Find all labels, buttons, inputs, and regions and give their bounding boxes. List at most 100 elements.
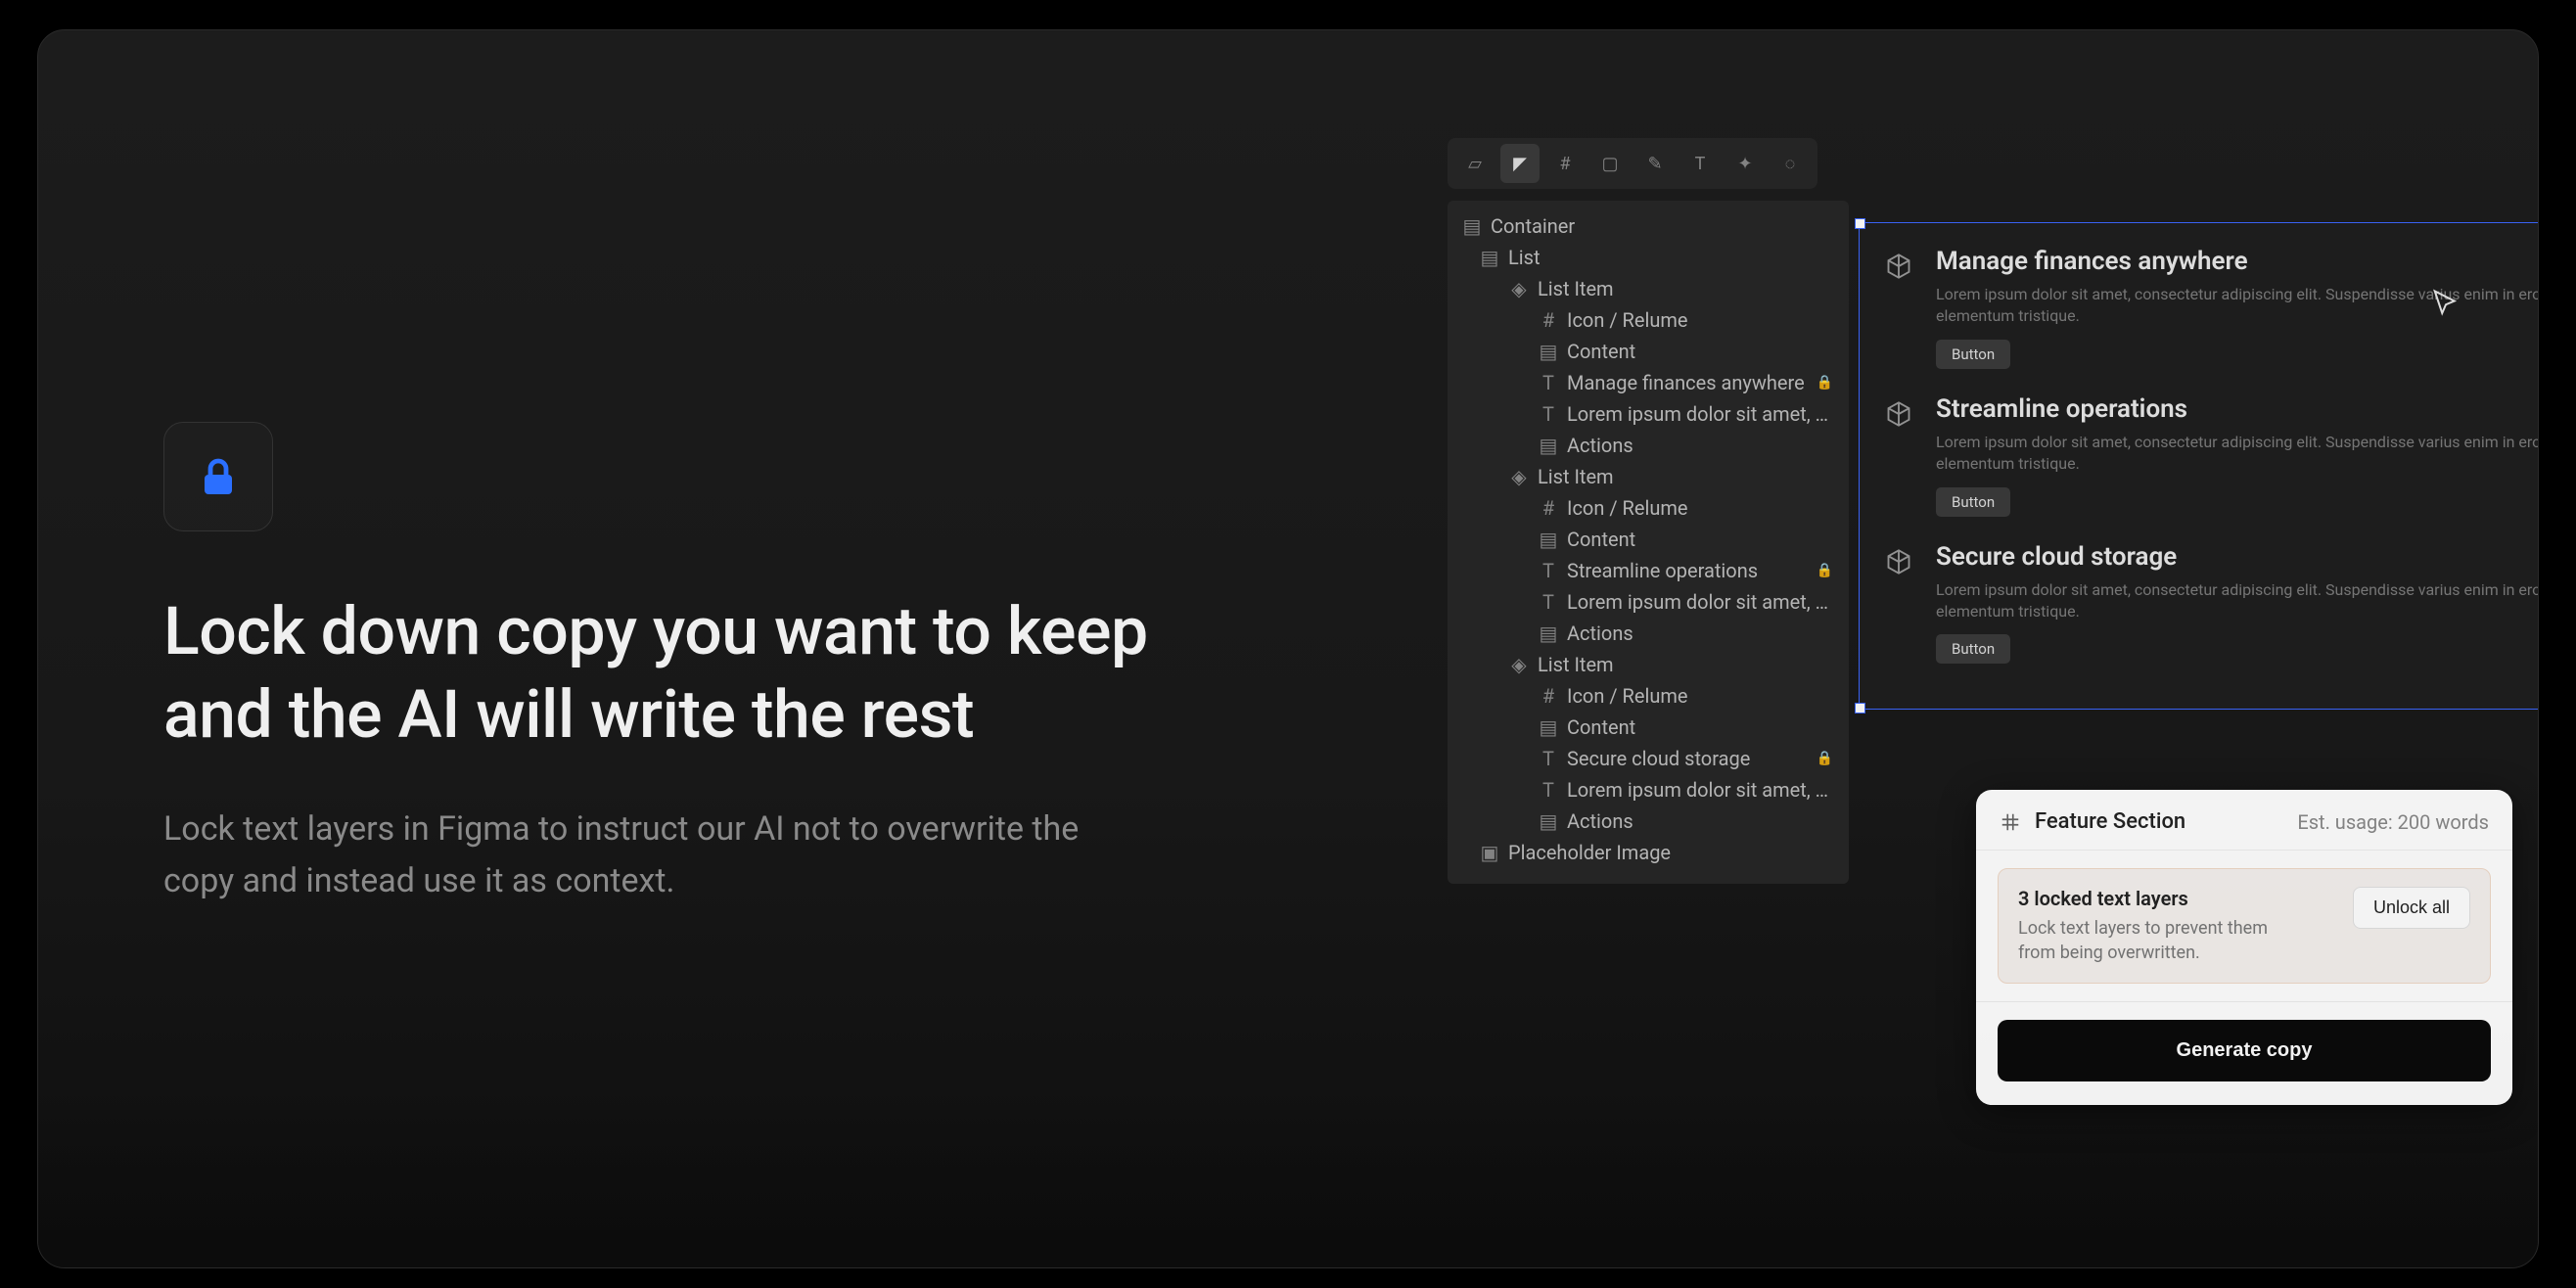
layer-label: Content: [1567, 528, 1635, 551]
layer-label: Icon / Relume: [1567, 684, 1688, 708]
layer-label: Icon / Relume: [1567, 308, 1688, 332]
layer-item[interactable]: T Lorem ipsum dolor sit amet, conse…: [1448, 586, 1849, 618]
comment-tool-icon[interactable]: ◌: [1771, 144, 1810, 183]
cube-icon: [1879, 542, 1918, 581]
shape-tool-icon[interactable]: ▢: [1590, 144, 1630, 183]
layer-item[interactable]: T Lorem ipsum dolor sit amet, conse…: [1448, 398, 1849, 430]
component-icon: ◈: [1510, 656, 1528, 673]
layer-item[interactable]: # Icon / Relume: [1448, 304, 1849, 336]
layer-item[interactable]: ▤ Actions: [1448, 805, 1849, 837]
layer-label: Actions: [1567, 621, 1633, 645]
frame-icon: ▤: [1540, 624, 1557, 642]
layer-item[interactable]: ▤ Actions: [1448, 618, 1849, 649]
frame-icon: ▤: [1540, 343, 1557, 360]
layer-item[interactable]: ◈ List Item: [1448, 273, 1849, 304]
image-icon: ▣: [1481, 844, 1498, 861]
lock-icon: 🔒: [1817, 375, 1833, 391]
usage-estimate: Est. usage: 200 words: [2297, 810, 2489, 834]
feature-title: Streamline operations: [1936, 394, 2539, 424]
hero-copy: Lock down copy you want to keep and the …: [163, 422, 1318, 906]
text-icon: T: [1540, 405, 1557, 423]
popup-title: Feature Section: [2035, 809, 2185, 834]
hero-headline: Lock down copy you want to keep and the …: [163, 590, 1260, 757]
layer-item[interactable]: TManage finances anywhere🔒: [1448, 367, 1849, 398]
cube-icon: [1879, 394, 1918, 434]
generate-copy-button[interactable]: Generate copy: [1998, 1020, 2491, 1081]
frame-hash-icon: #: [1540, 687, 1557, 705]
layer-item[interactable]: ▤ Content: [1448, 524, 1849, 555]
layers-panel: ▤ Container ▤ List ◈ List Item # Icon / Relum…: [1448, 201, 1849, 884]
frame-icon: ▤: [1540, 718, 1557, 736]
layer-label: List Item: [1538, 653, 1614, 676]
layer-item[interactable]: TStreamline operations🔒: [1448, 555, 1849, 586]
unlock-all-button[interactable]: Unlock all: [2353, 887, 2470, 929]
layer-label: Content: [1567, 340, 1635, 363]
text-icon: T: [1540, 593, 1557, 611]
locked-desc: Lock text layers to prevent them from be…: [2018, 916, 2282, 965]
text-icon: T: [1540, 750, 1557, 767]
layer-item[interactable]: ◈ List Item: [1448, 649, 1849, 680]
feature-title: Secure cloud storage: [1936, 542, 2539, 572]
pen-tool-icon[interactable]: ✎: [1635, 144, 1675, 183]
component-icon: ◈: [1510, 280, 1528, 298]
frame-icon: ▤: [1540, 530, 1557, 548]
feature-desc: Lorem ipsum dolor sit amet, consectetur …: [1936, 432, 2539, 476]
layer-item[interactable]: T Secure cloud storage 🔒: [1448, 743, 1849, 774]
layer-label: Actions: [1567, 809, 1633, 833]
frame-icon: ▤: [1540, 437, 1557, 454]
locked-count: 3 locked text layers: [2018, 887, 2337, 910]
text-tool-icon[interactable]: T: [1680, 144, 1720, 183]
feature-desc: Lorem ipsum dolor sit amet, consectetur …: [1936, 579, 2539, 623]
layer-item[interactable]: ▤ List: [1448, 242, 1849, 273]
layer-label: Lorem ipsum dolor sit amet, conse…: [1567, 778, 1833, 802]
components-tool-icon[interactable]: ✦: [1725, 144, 1765, 183]
frame-hash-icon: #: [1540, 499, 1557, 517]
layer-item[interactable]: T Lorem ipsum dolor sit amet, conse…: [1448, 774, 1849, 805]
layer-label: List: [1508, 246, 1541, 269]
move-tool-icon[interactable]: ▱: [1455, 144, 1495, 183]
figma-toolbar: ▱ ◤ # ▢ ✎ T ✦ ◌: [1448, 138, 1817, 189]
layer-item[interactable]: ▤ Content: [1448, 336, 1849, 367]
lock-icon: 🔒: [1817, 563, 1833, 578]
pointer-tool-icon[interactable]: ◤: [1500, 144, 1540, 183]
feature-item: Streamline operations Lorem ipsum dolor s…: [1879, 394, 2539, 517]
text-icon: T: [1540, 374, 1557, 391]
frame-tool-icon[interactable]: #: [1545, 144, 1585, 183]
layer-label: Content: [1567, 715, 1635, 739]
layer-label: Lorem ipsum dolor sit amet, conse…: [1567, 590, 1833, 614]
frame-hash-icon: #: [1540, 311, 1557, 329]
frame-icon: ▤: [1540, 812, 1557, 830]
frame-icon: ▤: [1463, 217, 1481, 235]
layer-root[interactable]: ▤ Container: [1448, 210, 1849, 242]
feature-button[interactable]: Button: [1936, 487, 2010, 517]
feature-button[interactable]: Button: [1936, 634, 2010, 664]
layer-item[interactable]: # Icon / Relume: [1448, 680, 1849, 712]
hash-icon: [2000, 811, 2021, 833]
feature-button[interactable]: Button: [1936, 340, 2010, 369]
generate-popup: Feature Section Est. usage: 200 words 3 …: [1976, 790, 2512, 1105]
lock-icon-badge: [163, 422, 273, 531]
cursor-icon: [2431, 289, 2461, 318]
text-icon: T: [1540, 562, 1557, 579]
locked-layers-notice: 3 locked text layers Lock text layers to…: [1998, 868, 2491, 984]
layer-label: Placeholder Image: [1508, 841, 1671, 864]
layer-label: List Item: [1538, 277, 1614, 300]
layer-label: Actions: [1567, 434, 1633, 457]
layer-item[interactable]: ◈ List Item: [1448, 461, 1849, 492]
feature-title: Manage finances anywhere: [1936, 247, 2539, 276]
frame-icon: ▤: [1481, 249, 1498, 266]
cube-icon: [1879, 247, 1918, 286]
layer-label: Secure cloud storage: [1567, 747, 1750, 770]
layer-item[interactable]: ▤ Actions: [1448, 430, 1849, 461]
lock-icon: 🔒: [1817, 751, 1833, 766]
text-icon: T: [1540, 781, 1557, 799]
layer-label: List Item: [1538, 465, 1614, 488]
layer-label: Icon / Relume: [1567, 496, 1688, 520]
figma-mockup: ▱ ◤ # ▢ ✎ T ✦ ◌ ▤ Container ▤ List ◈ List I…: [1448, 138, 2539, 1264]
layer-item[interactable]: ▣ Placeholder Image: [1448, 837, 1849, 868]
layer-item[interactable]: ▤ Content: [1448, 712, 1849, 743]
lock-icon: [195, 453, 242, 500]
layer-label: Lorem ipsum dolor sit amet, conse…: [1567, 402, 1833, 426]
component-icon: ◈: [1510, 468, 1528, 485]
layer-item[interactable]: # Icon / Relume: [1448, 492, 1849, 524]
